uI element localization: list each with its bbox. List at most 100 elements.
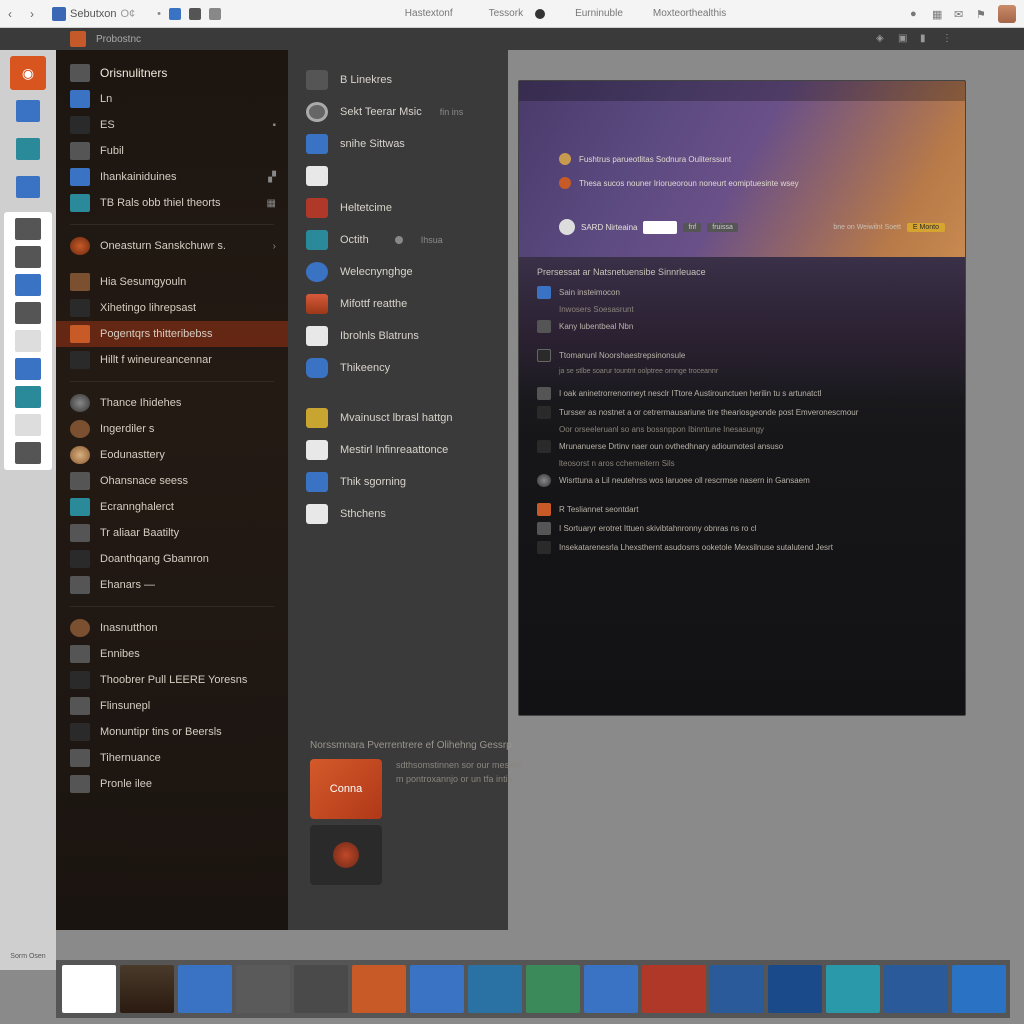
taskbar-thumb[interactable] xyxy=(710,965,764,1013)
sidebar-item-tihern[interactable]: Tihernuance xyxy=(56,745,288,771)
mid-item-9[interactable]: Thikeency xyxy=(288,352,508,384)
taskbar-thumb[interactable] xyxy=(768,965,822,1013)
rail-tile-1[interactable] xyxy=(10,94,46,128)
lower-row[interactable]: I oak aninetrorrenonneyt nesclr ITtore A… xyxy=(537,384,947,403)
mid-item-1[interactable]: Sekt Teerar Msicfin ins xyxy=(288,96,508,128)
mid-item-10[interactable]: Mvainusct lbrasl hattgn xyxy=(288,402,508,434)
forward-icon[interactable]: › xyxy=(30,7,44,21)
lower-row[interactable]: Wisrttuna a Lil neutehrss wos laruoee ol… xyxy=(537,471,947,490)
taskbar-thumb[interactable] xyxy=(236,965,290,1013)
search-btn-2[interactable]: fruissa xyxy=(707,223,738,232)
toolbar-square-icon[interactable] xyxy=(169,8,181,20)
sidebar-item-ihank[interactable]: Ihankainiduines▞ xyxy=(56,164,288,190)
sidebar-item-fubil[interactable]: Fubil xyxy=(56,138,288,164)
mic-icon[interactable]: ◈ xyxy=(876,33,888,45)
bell-icon[interactable]: ● xyxy=(910,8,922,20)
taskbar-thumb[interactable] xyxy=(584,965,638,1013)
mid-item-11[interactable]: Mestirl Infinreaattonce xyxy=(288,434,508,466)
mid-item-7[interactable]: Mifottf reatthe xyxy=(288,288,508,320)
rail-tile-3[interactable] xyxy=(10,170,46,204)
mid-item-0[interactable]: B Linekres xyxy=(288,64,508,96)
lower-row[interactable]: Kany lubentbeal Nbn xyxy=(537,317,947,336)
sidebar-item-xihet[interactable]: Xihetingo lihrepsast xyxy=(56,295,288,321)
sidebar-item-ecrann[interactable]: Ecrannghalerct xyxy=(56,494,288,520)
mid-item-3[interactable] xyxy=(288,160,508,192)
recommendation-card[interactable]: Conna sdthsomstinnen sor our mesiorl m p… xyxy=(310,759,966,885)
lower-row[interactable]: Mrunanuerse Drtinv naer oun ovthedhnary … xyxy=(537,437,947,456)
rail-mini-9[interactable] xyxy=(15,442,41,464)
search-input[interactable] xyxy=(643,221,677,234)
lower-row[interactable]: Tursser as nostnet a or cetrermausariune… xyxy=(537,403,947,422)
lower-subheader-row[interactable]: Ttomanunl Noorshaestrepsinonsule xyxy=(537,346,947,365)
taskbar-thumb[interactable] xyxy=(526,965,580,1013)
taskbar-thumb[interactable] xyxy=(952,965,1006,1013)
sidebar-group-header[interactable]: Oneasturn Sanskchuwr s.› xyxy=(56,233,288,259)
more-icon[interactable]: ⋮ xyxy=(942,33,954,45)
sidebar-item-es[interactable]: ES▪ xyxy=(56,112,288,138)
avatar[interactable] xyxy=(998,5,1016,23)
sidebar-item-monunt[interactable]: Monuntipr tins or Beersls xyxy=(56,719,288,745)
sidebar-item-ln[interactable]: Ln xyxy=(56,86,288,112)
rail-mini-7[interactable] xyxy=(15,386,41,408)
taskbar-thumb[interactable] xyxy=(884,965,948,1013)
sidebar-item-ohans[interactable]: Ohansnace seess xyxy=(56,468,288,494)
taskbar-thumb[interactable] xyxy=(120,965,174,1013)
lower-section-header[interactable]: R Tesliannet seontdart xyxy=(537,500,947,519)
notification-row-2[interactable]: Thesa sucos nouner Iriorueoroun noneurt … xyxy=(559,177,945,189)
menu-item-3[interactable]: Eurninuble xyxy=(575,8,623,19)
lower-row[interactable]: I Sortuaryr erotret Ittuen skivibtahnron… xyxy=(537,519,947,538)
rail-mini-6[interactable] xyxy=(15,358,41,380)
sidebar-item-doanth[interactable]: Doanthqang Gbamron xyxy=(56,546,288,572)
lower-row[interactable]: Sain insteimocon xyxy=(537,283,947,302)
rail-tile-2[interactable] xyxy=(10,132,46,166)
taskbar-thumb[interactable] xyxy=(178,965,232,1013)
sidebar-item-traliaar[interactable]: Tr aliaar Baatilty xyxy=(56,520,288,546)
sidebar-item-flinsu[interactable]: Flinsunepl xyxy=(56,693,288,719)
toolbar-square2-icon[interactable] xyxy=(189,8,201,20)
cast-icon[interactable]: ▣ xyxy=(898,33,910,45)
mid-item-6[interactable]: Welecnynghge xyxy=(288,256,508,288)
mid-item-13[interactable]: Sthchens xyxy=(288,498,508,530)
taskbar-thumb[interactable] xyxy=(826,965,880,1013)
menu-item-1[interactable]: Hastextonf xyxy=(405,8,453,19)
sidebar-item-ehanars[interactable]: Ehanars — xyxy=(56,572,288,598)
taskbar-thumb[interactable] xyxy=(410,965,464,1013)
sidebar-item-thance[interactable]: Thance Ihidehes xyxy=(56,390,288,416)
mid-item-2[interactable]: snihe Sittwas xyxy=(288,128,508,160)
back-icon[interactable]: ‹ xyxy=(8,7,22,21)
rail-mini-1[interactable] xyxy=(15,218,41,240)
mid-item-4[interactable]: Heltetcime xyxy=(288,192,508,224)
mid-item-8[interactable]: Ibrolnls Blatruns xyxy=(288,320,508,352)
taskbar-thumb[interactable] xyxy=(352,965,406,1013)
sidebar-item-inasn[interactable]: Inasnutthon xyxy=(56,615,288,641)
rail-mini-4[interactable] xyxy=(15,302,41,324)
sidebar-item-eodun[interactable]: Eodunasttery xyxy=(56,442,288,468)
rail-home[interactable]: ◉ xyxy=(10,56,46,90)
taskbar-thumb[interactable] xyxy=(468,965,522,1013)
search-btn-1[interactable]: fnf xyxy=(683,223,701,232)
sidebar-item-hia[interactable]: Hia Sesumgyouln xyxy=(56,269,288,295)
grid-icon[interactable]: ▦ xyxy=(932,8,944,20)
taskbar-thumb[interactable] xyxy=(642,965,706,1013)
toolbar-square3-icon[interactable] xyxy=(209,8,221,20)
sidebar-item-inger[interactable]: Ingerdiler s xyxy=(56,416,288,442)
sidebar-item-hillt[interactable]: Hillt f wineureancennar xyxy=(56,347,288,373)
sidebar-item-ennibes[interactable]: Ennibes xyxy=(56,641,288,667)
taskbar-thumb[interactable] xyxy=(62,965,116,1013)
bookmark-icon[interactable]: ▮ xyxy=(920,33,932,45)
notification-row-1[interactable]: Fushtrus parueotlitas Sodnura Ouliterssu… xyxy=(559,153,945,165)
menu-item-4[interactable]: Moxteorthealthis xyxy=(653,8,726,19)
menu-item-2[interactable]: Tessork xyxy=(489,8,523,19)
mid-item-12[interactable]: Thik sgorning xyxy=(288,466,508,498)
people-icon[interactable]: ⚑ xyxy=(976,8,988,20)
rail-mini-2[interactable] xyxy=(15,246,41,268)
mid-item-5[interactable]: OctithIhsua xyxy=(288,224,508,256)
action-button[interactable]: E Monto xyxy=(907,223,945,232)
rail-mini-8[interactable] xyxy=(15,414,41,436)
sidebar-item-tbrals[interactable]: TB Rals obb thiel theorts▦ xyxy=(56,190,288,216)
rail-mini-3[interactable] xyxy=(15,274,41,296)
taskbar-thumb[interactable] xyxy=(294,965,348,1013)
sidebar-item-pronle[interactable]: Pronle ilee xyxy=(56,771,288,797)
sidebar-item-pogent[interactable]: Pogentqrs thitteribebss xyxy=(56,321,288,347)
sidebar-item-thoobrer[interactable]: Thoobrer Pull LEERE Yoresns xyxy=(56,667,288,693)
